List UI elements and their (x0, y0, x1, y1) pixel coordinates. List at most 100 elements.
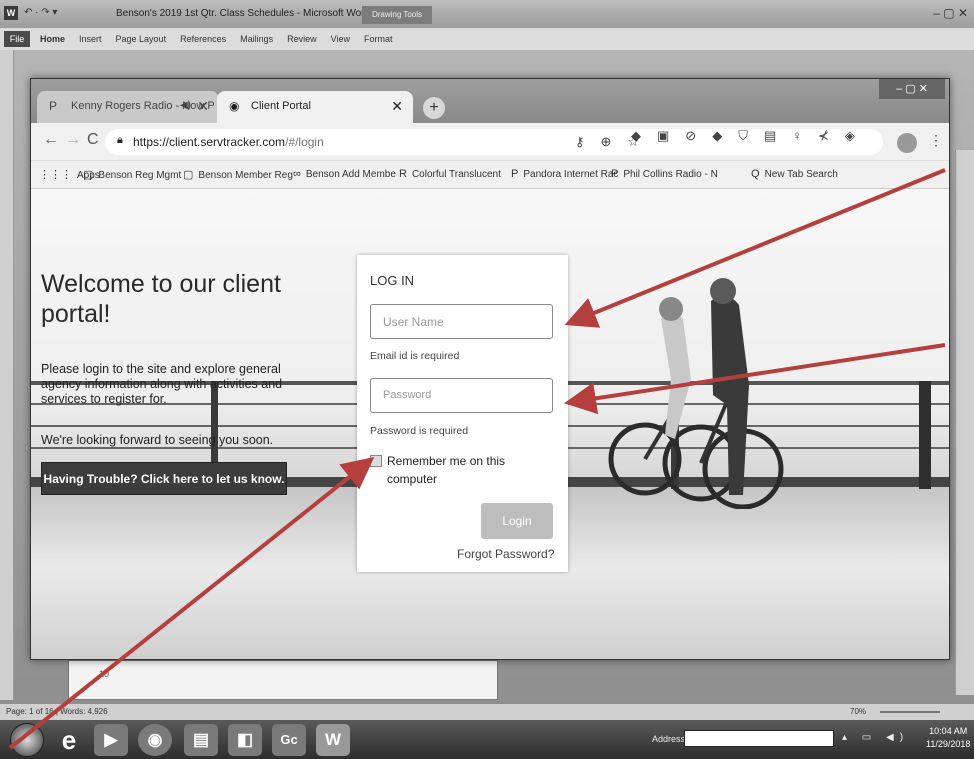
extension-icon[interactable]: ◆ (631, 128, 641, 144)
windows-taskbar: e ▶ ◉ ▤ ◧ Gc W Address ▴ ▭ ◀) 10:04 AM 1… (0, 720, 974, 759)
internet-explorer-icon[interactable]: e (52, 724, 86, 756)
pandora-icon: P (49, 99, 58, 113)
bookmark-item[interactable]: R Colorful Translucent (399, 168, 501, 180)
extension-icon[interactable]: ⊀ (818, 128, 829, 144)
extension-icon[interactable]: ⊘ (685, 128, 696, 144)
profile-avatar[interactable] (897, 133, 917, 153)
bookmark-item[interactable]: P Phil Collins Radio - N (611, 168, 718, 180)
password-required-error: Password is required (370, 425, 469, 437)
bookmark-icon: P (611, 168, 619, 180)
close-tab-icon[interactable]: ✕ (197, 98, 209, 115)
word-window-controls[interactable]: – ▢ ✕ (933, 6, 968, 20)
shield-icon[interactable]: ⛉ (738, 128, 748, 144)
cyclists-photo (608, 278, 784, 509)
zoom-slider[interactable] (880, 711, 940, 713)
word-app-icon[interactable]: W (4, 6, 18, 20)
word-scrollbar[interactable] (955, 150, 974, 695)
bookmark-label: Benson Reg Mgmt (98, 170, 182, 181)
close-tab-icon[interactable]: ✕ (391, 98, 403, 115)
word-page[interactable]: 10 (68, 660, 498, 700)
zoom-icon[interactable]: ⊕ (601, 134, 612, 150)
ribbon-tab[interactable]: Review (287, 34, 317, 44)
ribbon-tab[interactable]: Home (40, 34, 65, 44)
speaker-icon[interactable]: ◀) (180, 100, 191, 111)
key-icon[interactable]: ⚷ (575, 134, 585, 150)
file-tab[interactable]: File (4, 31, 30, 47)
lock-icon[interactable]: 🔒︎ (117, 134, 123, 147)
tab-client-portal[interactable]: ◉ Client Portal ✕ (217, 91, 413, 123)
bookmark-item[interactable]: ▢ Benson Member Reg (183, 168, 293, 181)
address-toolbar-label: Address (652, 734, 686, 744)
bookmark-icon: ▢ (83, 169, 94, 181)
url-path: /#/login (285, 135, 324, 149)
welcome-body: Please login to the site and explore gen… (41, 362, 283, 406)
vertical-ruler (0, 50, 14, 700)
media-player-icon[interactable]: ▶ (94, 724, 128, 756)
tab-strip: P Kenny Rogers Radio - Now P ◀) ✕ ◉ Clie… (31, 79, 949, 123)
globe-icon: ◉ (229, 99, 240, 113)
bookmark-label: Colorful Translucent (411, 169, 501, 180)
username-input[interactable]: User Name (370, 304, 553, 339)
app-icon[interactable]: ◧ (228, 724, 262, 756)
file-explorer-icon[interactable]: ▤ (184, 724, 218, 756)
page-marker: 10 (99, 669, 110, 679)
word-ribbon: File Home Insert Page Layout References Mail… (0, 28, 974, 50)
bookmark-label: Benson Add Membe (305, 169, 396, 180)
address-toolbar-input[interactable] (684, 730, 834, 747)
having-trouble-button[interactable]: Having Trouble? Click here to let us kno… (41, 462, 287, 495)
bookmark-icon: ▢ (183, 169, 194, 181)
ribbon-tab[interactable]: Insert (79, 34, 102, 44)
forward-icon[interactable]: → (65, 131, 81, 149)
pin-icon[interactable]: ♀ (792, 128, 802, 144)
reload-icon[interactable]: C (87, 131, 99, 149)
extension-icon[interactable]: ▤ (764, 128, 776, 144)
bookmarks-bar: ⋮⋮⋮ Apps ▢ Benson Reg Mgmt ▢ Benson Member Re… (31, 161, 949, 189)
url-host: https://client.servtracker.com (133, 135, 286, 149)
word-title-bar: W ↶ · ↷ ▾ Benson's 2019 1st Qtr. Class S… (0, 0, 974, 28)
bookmark-label: Pandora Internet Rac (523, 169, 619, 180)
bookmark-icon: P (511, 168, 519, 180)
word-status-bar: Page: 1 of 16 | Words: 4,926 70% (0, 704, 974, 720)
ribbon-tabs: Home Insert Page Layout References Mailings R… (40, 34, 393, 44)
bookmark-item[interactable]: ∞ Benson Add Membe (293, 168, 396, 180)
browser-window-controls[interactable]: – ▢ ✕ (879, 79, 945, 99)
tab-kenny-rogers-radio[interactable]: P Kenny Rogers Radio - Now P ◀) ✕ (37, 91, 219, 123)
word-taskbar-icon[interactable]: W (316, 724, 350, 756)
extension-icons: ◆ ▣ ⊘ ◆ ⛉ ▤ ♀ ⊀ ◈ (631, 128, 855, 144)
extension-icon[interactable]: ▣ (657, 128, 669, 144)
zoom-level[interactable]: 70% (850, 707, 866, 716)
bookmark-label: Benson Member Reg (198, 170, 293, 181)
new-tab-button[interactable]: + (423, 97, 445, 119)
word-count-status[interactable]: Page: 1 of 16 | Words: 4,926 (6, 707, 108, 716)
quick-access-toolbar[interactable]: ↶ · ↷ ▾ (24, 7, 57, 18)
remember-me-label[interactable]: Remember me on this computer (387, 452, 537, 488)
chrome-icon[interactable]: ◉ (138, 724, 172, 756)
welcome-closing: We're looking forward to seeing you soon… (41, 433, 274, 447)
browser-toolbar: ← → C 🔒︎ https://client.servtracker.com/… (31, 123, 949, 161)
bookmark-item[interactable]: ▢ Benson Reg Mgmt (83, 168, 181, 181)
app-icon[interactable]: Gc (272, 724, 306, 756)
ribbon-tab[interactable]: View (331, 34, 350, 44)
ribbon-tab[interactable]: Mailings (240, 34, 273, 44)
ribbon-tab[interactable]: References (180, 34, 226, 44)
password-input[interactable]: Password (370, 378, 553, 413)
start-button[interactable] (10, 723, 44, 757)
tab-label: Kenny Rogers Radio - Now P (71, 100, 215, 112)
login-button[interactable]: Login (481, 503, 553, 539)
bookmark-item[interactable]: Q New Tab Search (751, 168, 838, 180)
forgot-password-link[interactable]: Forgot Password? (457, 547, 554, 561)
clock[interactable]: 10:04 AM 11/29/2018 (926, 725, 970, 751)
client-portal-page: Welcome to our client portal! Please log… (31, 189, 949, 659)
bookmark-item[interactable]: P Pandora Internet Rac (511, 168, 618, 180)
login-panel: LOG IN User Name Email id is required Pa… (357, 255, 568, 572)
email-required-error: Email id is required (370, 350, 460, 362)
extension-icon[interactable]: ◈ (845, 128, 855, 144)
back-icon[interactable]: ← (43, 131, 59, 149)
ribbon-tab[interactable]: Page Layout (116, 34, 167, 44)
extension-icon[interactable]: ◆ (712, 128, 722, 144)
remember-me-checkbox[interactable] (370, 455, 382, 467)
ribbon-tab[interactable]: Format (364, 34, 393, 44)
bookmark-label: Phil Collins Radio - N (623, 169, 718, 180)
menu-icon[interactable]: ⋮ (929, 132, 943, 149)
system-tray-icons[interactable]: ▴ ▭ ◀) (842, 732, 909, 743)
